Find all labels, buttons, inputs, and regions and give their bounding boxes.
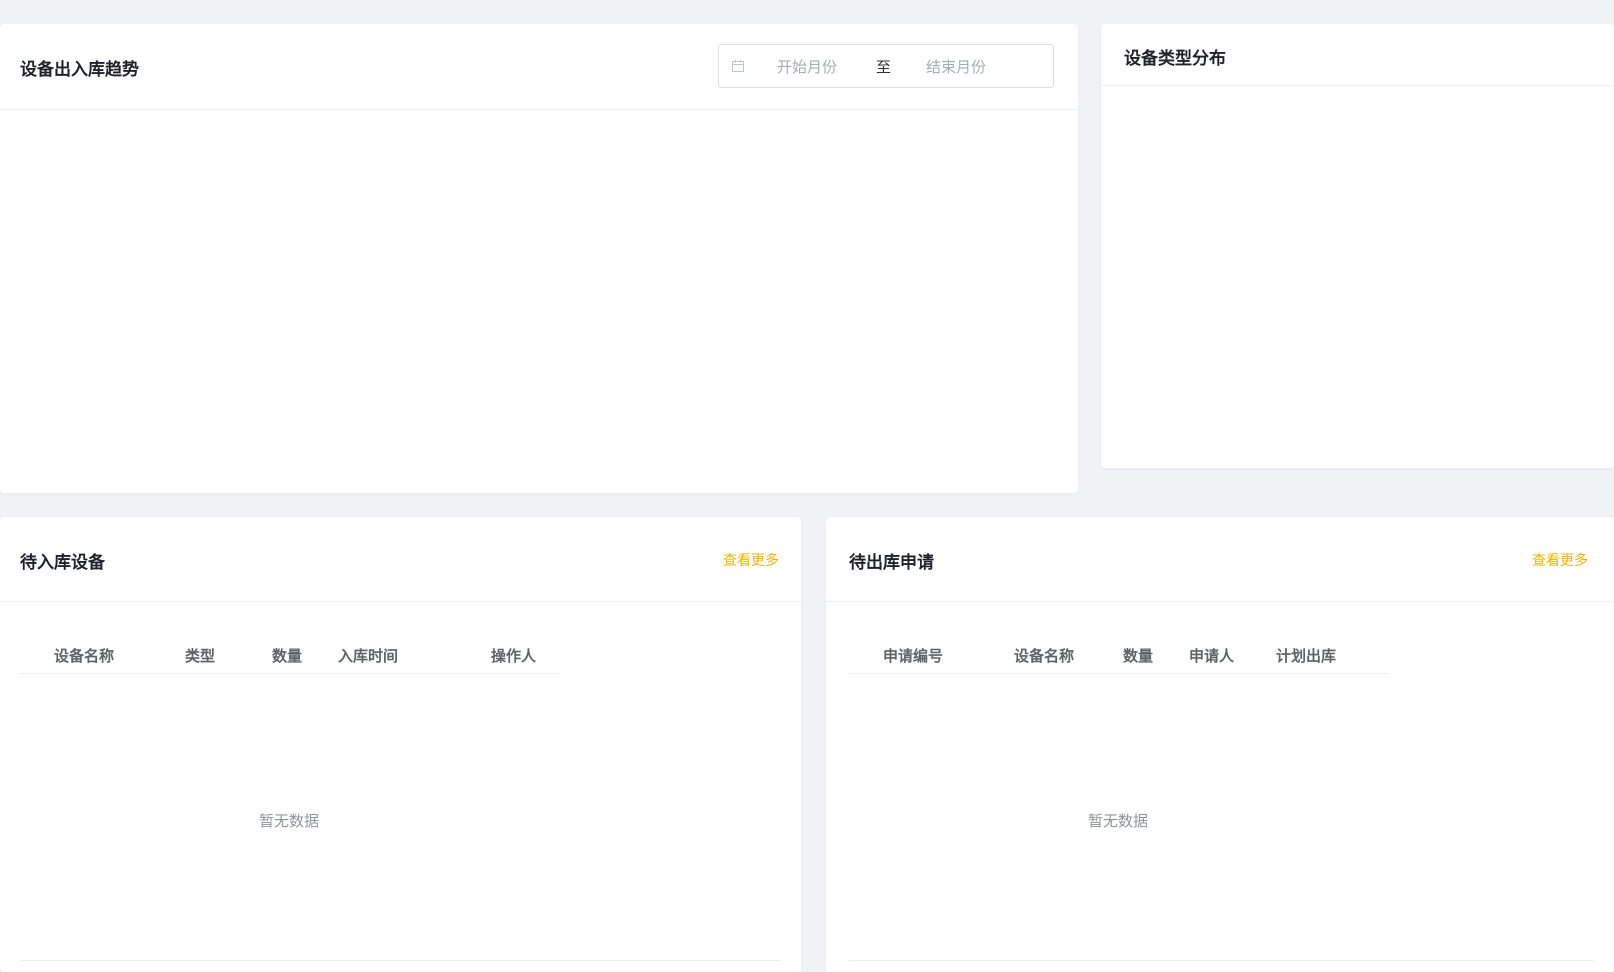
end-month-input[interactable]: 结束月份 — [926, 56, 986, 77]
type-panel-header: 设备类型分布 — [1101, 24, 1614, 86]
column-header: 操作人 — [491, 647, 537, 665]
column-header: 类型 — [185, 647, 216, 665]
column-header: 设备名称 — [54, 647, 115, 665]
type-panel-title: 设备类型分布 — [1124, 49, 1226, 69]
column-header: 设备名称 — [1014, 647, 1075, 665]
outbound-empty-text: 暂无数据 — [1088, 812, 1149, 830]
column-header: 计划出库 — [1276, 647, 1337, 665]
column-header: 申请编号 — [883, 647, 944, 665]
trend-panel: 设备出入库趋势 开始月份 至 结束月份 — [0, 24, 1078, 493]
outbound-panel-header: 待出库申请 查看更多 — [826, 517, 1614, 602]
month-range-picker[interactable]: 开始月份 至 结束月份 — [718, 44, 1054, 88]
pending-inbound-panel: 待入库设备 查看更多 设备名称 类型 数量 入库时间 操作人 暂无数据 — [0, 517, 801, 972]
column-header: 申请人 — [1189, 647, 1235, 665]
trend-panel-header: 设备出入库趋势 开始月份 至 结束月份 — [0, 24, 1078, 110]
column-header: 入库时间 — [338, 647, 399, 665]
column-header: 数量 — [272, 647, 303, 665]
range-separator: 至 — [876, 58, 892, 76]
inbound-panel-title: 待入库设备 — [20, 553, 105, 573]
column-header: 数量 — [1123, 647, 1154, 665]
outbound-more-link[interactable]: 查看更多 — [1532, 550, 1588, 570]
outbound-table-header: 申请编号 设备名称 数量 申请人 计划出库 — [849, 633, 1389, 674]
trend-panel-title: 设备出入库趋势 — [20, 60, 139, 80]
table-bottom-border — [849, 960, 1594, 961]
inbound-table-header: 设备名称 类型 数量 入库时间 操作人 — [20, 633, 560, 674]
outbound-panel-title: 待出库申请 — [849, 553, 934, 573]
inbound-more-link[interactable]: 查看更多 — [723, 550, 779, 570]
inbound-empty-text: 暂无数据 — [259, 812, 320, 830]
inbound-panel-header: 待入库设备 查看更多 — [0, 517, 801, 602]
pending-outbound-panel: 待出库申请 查看更多 申请编号 设备名称 数量 申请人 计划出库 暂无数据 — [826, 517, 1614, 972]
table-bottom-border — [20, 960, 781, 961]
start-month-input[interactable]: 开始月份 — [777, 56, 837, 77]
type-distribution-panel: 设备类型分布 — [1101, 24, 1614, 468]
calendar-icon — [732, 60, 744, 72]
